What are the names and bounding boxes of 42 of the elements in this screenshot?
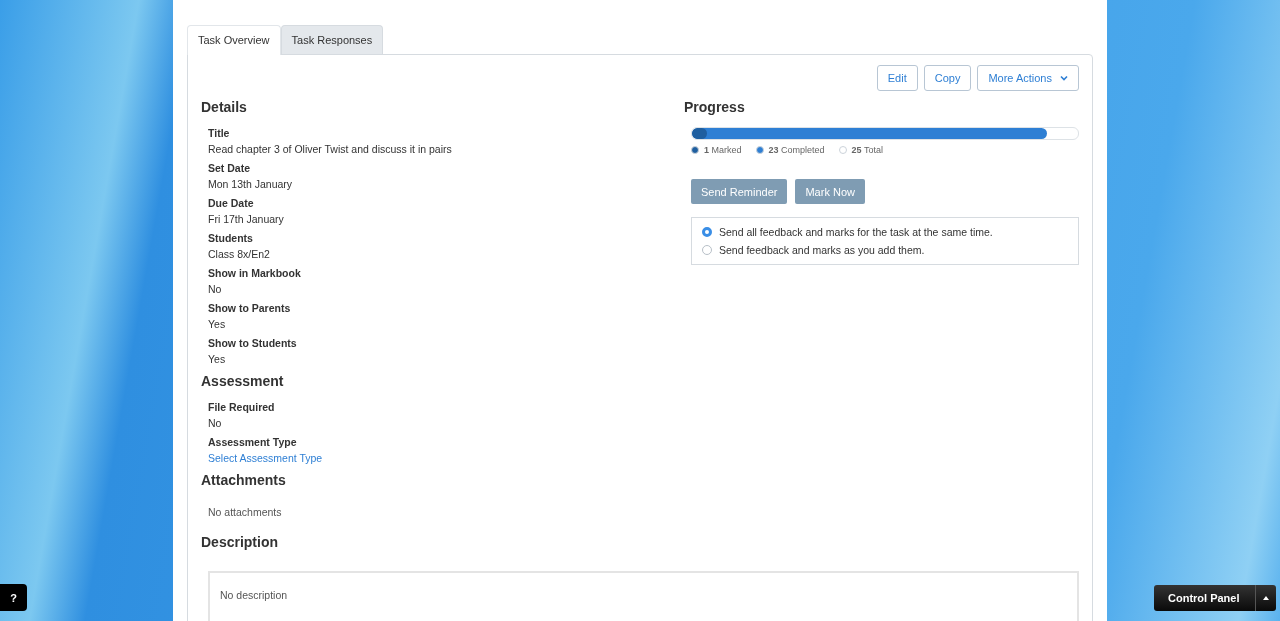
action-button[interactable]: Copy: [923, 65, 972, 91]
legend-label: 23 Completed: [768, 145, 825, 155]
field-label: Students: [208, 232, 254, 244]
field-label: Assessment Type: [208, 436, 298, 448]
description-text: No description: [220, 589, 289, 601]
section-heading: Description: [201, 534, 279, 550]
field-value: Fri 17th January: [208, 213, 285, 225]
radio-button[interactable]: [702, 227, 712, 237]
section-heading: Assessment: [201, 373, 285, 389]
caret-button[interactable]: [1254, 585, 1276, 611]
chevron-down-icon: [1060, 75, 1068, 81]
tab[interactable]: Task Overview: [187, 25, 281, 55]
field-value: Class 8x/En2: [208, 248, 271, 260]
field-value: No: [208, 283, 223, 295]
action-button[interactable]: Edit: [876, 65, 918, 91]
section-heading: Details: [201, 99, 248, 115]
section-heading: Attachments: [201, 472, 287, 488]
radio-button[interactable]: [702, 245, 712, 255]
assessment-type-link[interactable]: Select Assessment Type: [208, 452, 684, 464]
field-value: No: [208, 417, 223, 429]
field-value: Read chapter 3 of Oliver Twist and discuss it in pairs: [208, 143, 453, 155]
legend-label: 1 Marked: [704, 145, 742, 155]
legend-label: 25 Total: [851, 145, 883, 155]
field-label: Show to Parents: [208, 302, 292, 314]
field-label: Title: [208, 127, 231, 139]
tab[interactable]: Task Responses: [280, 25, 384, 54]
caret-up-icon: [1262, 596, 1269, 600]
field-label: Show in Markbook: [208, 267, 302, 279]
field-label: Set Date: [208, 162, 251, 174]
help-button[interactable]: ?: [0, 584, 27, 611]
attachments-text: No attachments: [207, 506, 283, 518]
option-label[interactable]: Send all feedback and marks for the task at the same time.: [719, 226, 993, 238]
field-value: Mon 13th January: [208, 178, 294, 190]
field-label: Due Date: [208, 197, 255, 209]
field-value: Yes: [208, 353, 227, 365]
field-label: Show to Students: [208, 337, 298, 349]
field-label: File Required: [208, 401, 276, 413]
option-label[interactable]: Send feedback and marks as you add them.: [719, 244, 925, 256]
field-value: Yes: [208, 318, 227, 330]
section-heading: Progress: [684, 99, 746, 115]
control-panel-button[interactable]: Control Panel: [1154, 585, 1255, 611]
action-button[interactable]: More Actions: [977, 65, 1079, 91]
